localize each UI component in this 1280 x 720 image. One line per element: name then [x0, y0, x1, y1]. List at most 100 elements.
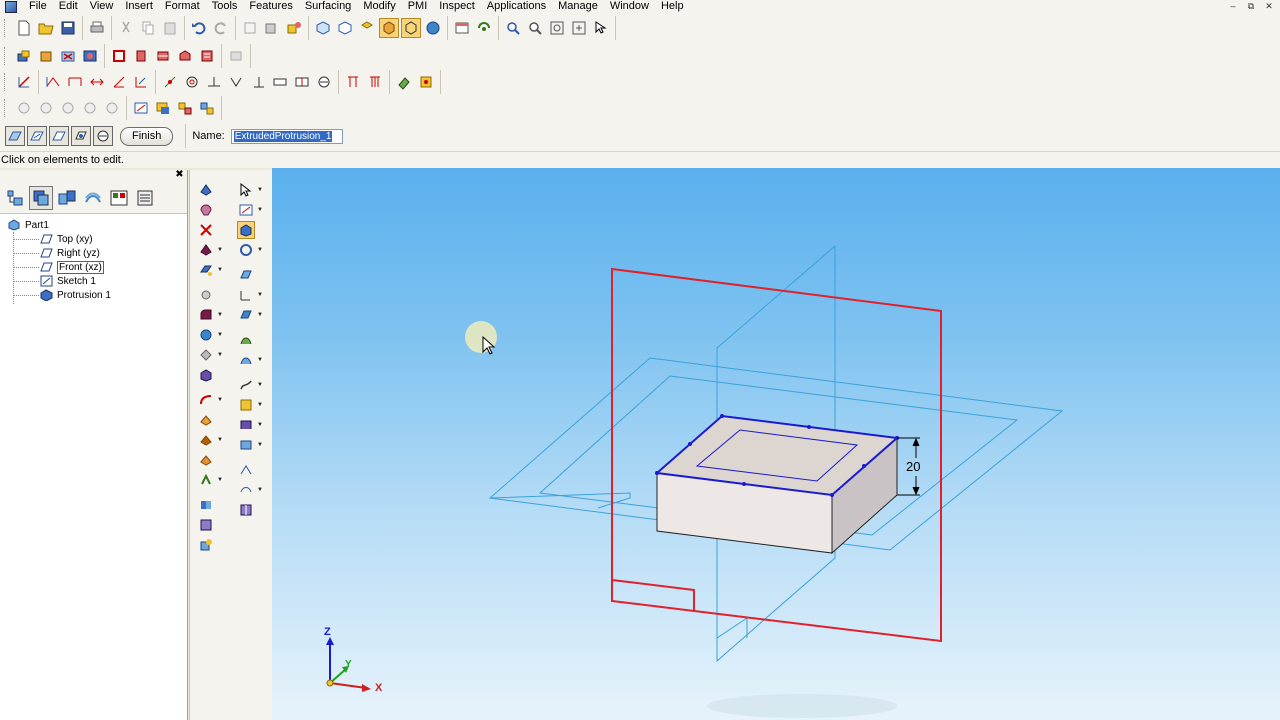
close-icon[interactable]: ✖ — [174, 170, 185, 181]
copy-icon[interactable] — [138, 18, 158, 38]
hole-icon[interactable] — [80, 46, 100, 66]
copy-sketch-icon[interactable] — [153, 98, 173, 118]
connect-relation-icon[interactable] — [160, 72, 180, 92]
menu-inspect[interactable]: Inspect — [433, 0, 480, 13]
save-icon[interactable] — [58, 18, 78, 38]
open-folder-icon[interactable] — [36, 18, 56, 38]
select-tool-icon[interactable]: ▼ — [234, 180, 270, 200]
intersect-tool-icon[interactable]: ▼ — [234, 395, 270, 415]
perpendicular-icon[interactable] — [248, 72, 268, 92]
layers-icon[interactable] — [452, 18, 472, 38]
equal-icon[interactable] — [270, 72, 290, 92]
protrusion-icon[interactable] — [14, 46, 34, 66]
layers-tab-icon[interactable] — [29, 185, 53, 210]
sketch-tool-icon[interactable]: ▼ — [234, 200, 270, 220]
pattern-sketch-icon[interactable] — [175, 98, 195, 118]
graphics-viewport[interactable]: 20 Z Y X — [272, 168, 1280, 720]
menu-format[interactable]: Format — [159, 0, 206, 13]
round-icon[interactable]: ▼ — [194, 305, 230, 325]
zoom-area-icon[interactable] — [503, 18, 523, 38]
menu-applications[interactable]: Applications — [481, 0, 552, 13]
menu-view[interactable]: View — [84, 0, 120, 13]
step-plane-icon[interactable] — [5, 126, 25, 146]
coordinate-dimension-icon[interactable] — [131, 72, 151, 92]
mirror-icon[interactable] — [226, 46, 246, 66]
finish-button[interactable]: Finish — [120, 126, 174, 146]
extrude-icon[interactable] — [194, 180, 230, 200]
pattern-icon[interactable] — [194, 515, 230, 535]
part-copy-icon[interactable] — [194, 535, 230, 555]
assembly-icon[interactable] — [284, 18, 304, 38]
parts-library-icon[interactable] — [107, 186, 131, 210]
pan-icon[interactable] — [569, 18, 589, 38]
split-body-icon[interactable] — [234, 500, 270, 520]
insert-sketch-icon[interactable] — [131, 98, 151, 118]
angle-between-icon[interactable] — [109, 72, 129, 92]
display-sphere-icon[interactable] — [423, 18, 443, 38]
lip-icon[interactable] — [175, 46, 195, 66]
chamfer-icon[interactable]: ▼ — [194, 325, 230, 345]
cut-icon[interactable] — [116, 18, 136, 38]
coordinate-system-icon[interactable]: ▼ — [234, 285, 270, 305]
part-icon[interactable] — [262, 18, 282, 38]
menu-edit[interactable]: Edit — [53, 0, 84, 13]
surface-tool-icon[interactable] — [234, 330, 270, 350]
fit-icon[interactable] — [547, 18, 567, 38]
select-icon[interactable] — [240, 18, 260, 38]
tree-item-part[interactable]: Part1 — [8, 218, 49, 232]
plane-tool-icon[interactable] — [234, 265, 270, 285]
close-doc-icon[interactable]: ✕ — [1262, 0, 1276, 12]
concentric-icon[interactable] — [182, 72, 202, 92]
lock-icon[interactable] — [365, 72, 385, 92]
new-file-icon[interactable] — [14, 18, 34, 38]
app-icon[interactable] — [5, 0, 17, 13]
menu-window[interactable]: Window — [604, 0, 655, 13]
view-front-icon[interactable] — [335, 18, 355, 38]
revolve-icon[interactable] — [36, 46, 56, 66]
menu-insert[interactable]: Insert — [119, 0, 159, 13]
paste-icon[interactable] — [160, 18, 180, 38]
sketch-line-icon[interactable] — [14, 72, 34, 92]
delete-face-icon[interactable] — [102, 98, 122, 118]
cutout-icon[interactable] — [58, 46, 78, 66]
tangent-icon[interactable] — [226, 72, 246, 92]
thin-wall-icon[interactable] — [109, 46, 129, 66]
cut-palette-icon[interactable] — [194, 220, 230, 240]
hole-palette-icon[interactable] — [194, 285, 230, 305]
help-pointer-icon[interactable] — [591, 18, 611, 38]
tree-item-right-plane[interactable]: Right (yz) — [40, 246, 100, 260]
shaded-icon[interactable] — [379, 18, 399, 38]
rotate-view-icon[interactable] — [474, 18, 494, 38]
lip-palette-icon[interactable]: ▼ — [194, 470, 230, 490]
curve-tool-icon[interactable]: ▼ — [234, 375, 270, 395]
web-icon[interactable] — [194, 450, 230, 470]
tree-item-front-plane[interactable]: Front (xz) — [40, 260, 104, 274]
menu-help[interactable]: Help — [655, 0, 690, 13]
menu-tools[interactable]: Tools — [206, 0, 244, 13]
smart-dimension-icon[interactable] — [65, 72, 85, 92]
eraser-icon[interactable] — [394, 72, 414, 92]
rigid-icon[interactable] — [314, 72, 334, 92]
rotate-face-icon[interactable] — [36, 98, 56, 118]
vent-icon[interactable] — [197, 46, 217, 66]
transform-sketch-icon[interactable] — [197, 98, 217, 118]
mirror-palette-icon[interactable] — [194, 495, 230, 515]
sweep-icon[interactable]: ▼ — [194, 390, 230, 410]
trim-tool-icon[interactable]: ▼ — [234, 435, 270, 455]
menu-pmi[interactable]: PMI — [402, 0, 434, 13]
thin-region-icon[interactable] — [194, 365, 230, 385]
zoom-icon[interactable] — [525, 18, 545, 38]
distance-between-icon[interactable] — [87, 72, 107, 92]
minimize-doc-icon[interactable]: – — [1226, 0, 1240, 12]
split-tool-icon[interactable]: ▼ — [234, 415, 270, 435]
menu-modify[interactable]: Modify — [357, 0, 401, 13]
tree-item-sketch[interactable]: Sketch 1 — [40, 274, 96, 288]
menu-surfacing[interactable]: Surfacing — [299, 0, 357, 13]
loft-icon[interactable]: ▼ — [194, 260, 230, 280]
dimension-label[interactable]: 20 — [906, 459, 920, 474]
offset-face-icon[interactable] — [58, 98, 78, 118]
normal-protrusion-icon[interactable]: ▼ — [194, 430, 230, 450]
bluesurf-icon[interactable]: ▼ — [234, 350, 270, 370]
extrude-tool-icon[interactable] — [234, 220, 270, 240]
fix-icon[interactable] — [343, 72, 363, 92]
